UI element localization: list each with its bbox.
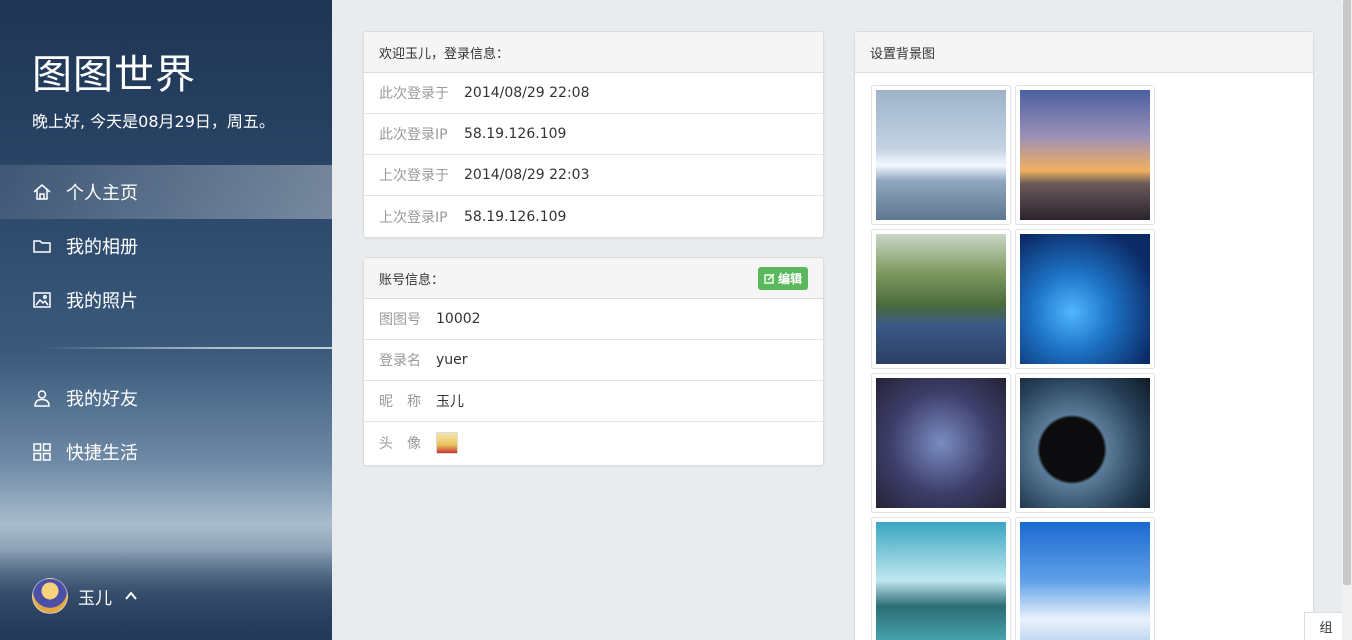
panel-title: 欢迎玉儿，登录信息： [379, 46, 510, 62]
info-value: 58.19.126.109 [464, 208, 567, 225]
scrollbar-thumb[interactable] [1343, 0, 1351, 585]
background-thumbnail[interactable] [871, 517, 1011, 640]
background-thumbnail[interactable] [871, 85, 1011, 225]
info-value: 58.19.126.109 [464, 126, 567, 142]
info-value: 2014/08/29 22:08 [464, 85, 590, 101]
folder-icon [33, 240, 51, 253]
info-key: 登录名 [379, 353, 421, 369]
image-icon [33, 292, 51, 308]
sidebar-item-label: 我的好友 [66, 389, 138, 410]
panel-title: 账号信息： [379, 272, 445, 288]
info-key: 上次登录于 [379, 168, 449, 184]
home-icon [33, 184, 51, 200]
panel-header: 欢迎玉儿，登录信息： [364, 32, 823, 73]
login-info-panel: 欢迎玉儿，登录信息： 此次登录于 2014/08/29 22:08 此次登录IP… [363, 31, 824, 238]
nav-divider [40, 347, 332, 349]
edit-icon [764, 273, 775, 284]
thumbnail-image [876, 234, 1006, 364]
thumbnail-image [1020, 522, 1150, 640]
background-thumbnail[interactable] [871, 229, 1011, 369]
account-info-panel: 账号信息： 编辑 图图号 10002 登录名 yuer 昵 称 玉儿 头 像 [363, 257, 824, 466]
sidebar-item-friends[interactable]: 我的好友 [0, 371, 332, 425]
sidebar-item-home[interactable]: 个人主页 [0, 165, 332, 219]
avatar [32, 578, 68, 614]
sidebar-item-label: 我的照片 [66, 291, 138, 312]
edit-button[interactable]: 编辑 [757, 266, 808, 290]
thumbnail-image [876, 378, 1006, 508]
thumbnail-image [1020, 90, 1150, 220]
edit-button-label: 编辑 [777, 271, 802, 286]
sidebar: 图图世界 晚上好, 今天是08月29日，周五。 个人主页 我的相册 我的照片 我… [0, 0, 332, 640]
sidebar-item-life[interactable]: 快捷生活 [0, 425, 332, 479]
scrollbar[interactable] [1342, 0, 1352, 640]
thumbnail-image [1020, 378, 1150, 508]
thumbnail-image [876, 90, 1006, 220]
info-row: 登录名 yuer [364, 340, 823, 381]
user-menu[interactable]: 玉儿 [32, 578, 138, 614]
thumbnail-image [876, 522, 1006, 640]
info-key: 头 像 [379, 435, 421, 452]
thumbnail-image [1020, 234, 1150, 364]
background-thumbnail[interactable] [1015, 85, 1155, 225]
info-row: 头 像 [364, 422, 823, 463]
info-value: yuer [436, 352, 468, 368]
sidebar-item-label: 我的相册 [66, 237, 138, 258]
info-value: 10002 [436, 311, 481, 327]
info-value: 2014/08/29 22:03 [464, 167, 590, 183]
info-row: 此次登录于 2014/08/29 22:08 [364, 73, 823, 114]
info-row: 此次登录IP 58.19.126.109 [364, 114, 823, 155]
profile-avatar-thumbnail[interactable] [436, 431, 458, 454]
panel-title: 设置背景图 [870, 46, 936, 62]
background-thumbnail[interactable] [871, 373, 1011, 513]
info-value: 玉儿 [436, 394, 464, 410]
info-key: 此次登录IP [379, 127, 448, 143]
sidebar-item-label: 个人主页 [66, 183, 138, 204]
background-thumbnail-grid [855, 73, 1313, 640]
info-row: 上次登录于 2014/08/29 22:03 [364, 155, 823, 196]
chevron-up-icon [125, 591, 137, 600]
info-key: 昵 称 [379, 394, 421, 410]
background-thumbnail[interactable] [1015, 373, 1155, 513]
info-key: 图图号 [379, 312, 421, 328]
greeting-text: 晚上好, 今天是08月29日，周五。 [32, 112, 275, 131]
info-key: 上次登录IP [379, 209, 448, 226]
info-key: 此次登录于 [379, 86, 449, 102]
user-name: 玉儿 [78, 588, 112, 609]
info-row: 图图号 10002 [364, 299, 823, 340]
info-row: 上次登录IP 58.19.126.109 [364, 196, 823, 237]
panel-header: 设置背景图 [855, 32, 1313, 73]
panel-header: 账号信息： 编辑 [364, 258, 823, 299]
brand-title: 图图世界 [32, 52, 196, 98]
sidebar-item-albums[interactable]: 我的相册 [0, 219, 332, 273]
grid-icon [33, 443, 51, 461]
background-settings-panel: 设置背景图 [854, 31, 1314, 640]
info-row: 昵 称 玉儿 [364, 381, 823, 422]
user-icon [34, 390, 50, 407]
sidebar-item-photos[interactable]: 我的照片 [0, 273, 332, 327]
sidebar-item-label: 快捷生活 [66, 443, 138, 464]
sidebar-nav: 个人主页 我的相册 我的照片 我的好友 快捷生活 [0, 165, 332, 479]
background-thumbnail[interactable] [1015, 229, 1155, 369]
background-thumbnail[interactable] [1015, 517, 1155, 640]
